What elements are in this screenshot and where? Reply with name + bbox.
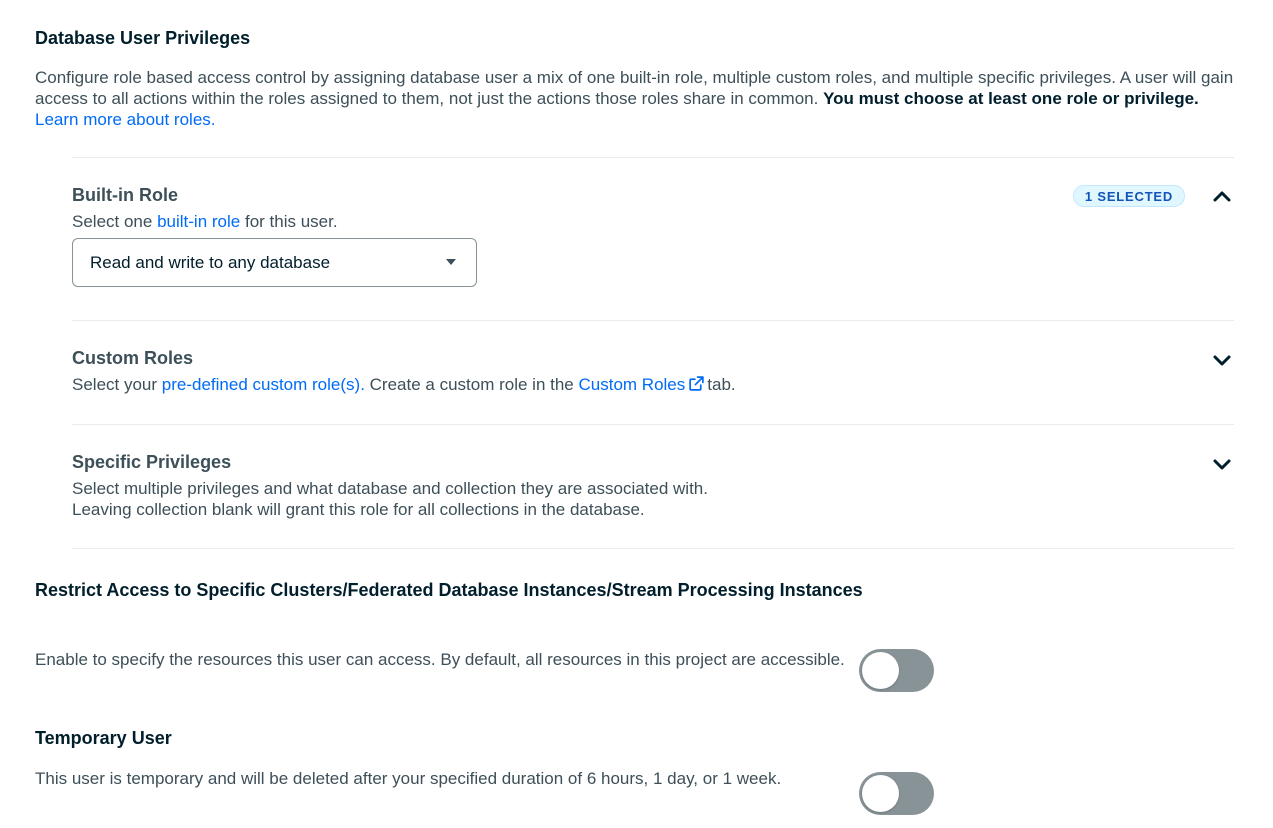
external-link-icon [688,375,705,397]
roles-accordion: Built-in Role 1 SELECTED Select one buil… [72,157,1234,549]
learn-more-roles-link[interactable]: Learn more about roles. [35,110,216,129]
builtin-role-title: Built-in Role [72,185,178,205]
subtitle-text: for this user. [244,212,338,231]
description-requirement: You must choose at least one role or pri… [823,89,1199,108]
custom-roles-subtitle: Select your pre-defined custom role(s). … [72,374,736,397]
privileges-description: Configure role based access control by a… [35,67,1235,130]
builtin-role-section: Built-in Role 1 SELECTED Select one buil… [72,185,1234,320]
subtitle-text: Select one [72,212,153,231]
specific-privileges-title: Specific Privileges [72,452,232,472]
chevron-down-icon[interactable] [1210,348,1234,372]
divider [72,320,1234,321]
database-user-privileges-page: Database User Privileges Configure role … [0,0,1273,828]
temporary-user-title: Temporary User [35,728,172,748]
builtin-role-subtitle: Select one built-in role for this user. [72,211,338,232]
custom-roles-section: Custom Roles Select your pre-defined cus… [72,348,1234,408]
subtitle-text: Create a custom role in the [369,375,574,394]
specific-privileges-subtitle: Select multiple privileges and what data… [72,478,708,520]
subtitle-text: Select your [72,375,158,394]
divider [72,424,1234,425]
divider [72,548,1234,549]
subtitle-line: Leaving collection blank will grant this… [72,500,645,519]
link-text: Custom Roles [578,375,686,394]
specific-privileges-section: Specific Privileges Select multiple priv… [72,452,1234,532]
selected-count-badge: 1 SELECTED [1073,185,1185,207]
divider [72,157,1234,158]
builtin-role-select[interactable]: Read and write to any database [72,238,477,287]
temporary-user-toggle[interactable] [859,772,934,815]
subtitle-line: Select multiple privileges and what data… [72,479,708,498]
custom-roles-tab-link[interactable]: Custom Roles [579,375,708,394]
custom-roles-link[interactable]: pre-defined custom role(s). [162,375,365,394]
temporary-user-description: This user is temporary and will be delet… [35,769,782,788]
restrict-access-title: Restrict Access to Specific Clusters/Fed… [35,580,863,600]
section-title-privileges: Database User Privileges [35,28,251,48]
toggle-knob [862,775,899,812]
custom-roles-title: Custom Roles [72,348,194,368]
restrict-access-toggle[interactable] [859,649,934,692]
restrict-access-description: Enable to specify the resources this use… [35,650,845,669]
select-value: Read and write to any database [90,253,331,272]
toggle-knob [862,652,899,689]
chevron-down-icon[interactable] [1210,452,1234,476]
subtitle-text: tab. [707,375,736,394]
builtin-role-link[interactable]: built-in role [157,212,240,231]
chevron-up-icon[interactable] [1210,185,1234,209]
caret-down-icon [446,259,456,265]
